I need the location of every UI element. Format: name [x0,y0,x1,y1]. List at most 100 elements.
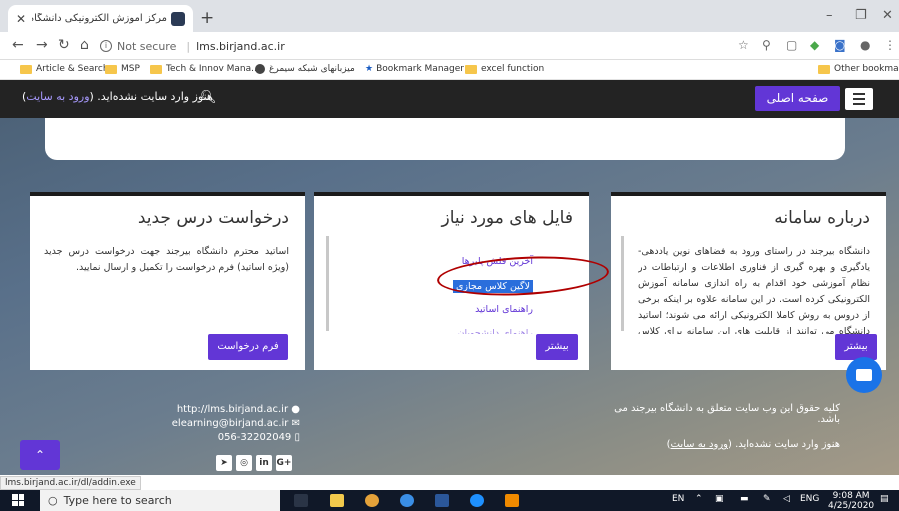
phone: 056-32202049 [217,432,292,443]
network-icon[interactable]: ▬ [740,494,749,504]
folder-icon [150,64,162,74]
bookmark-item[interactable]: میزبانهای شبکه سیمرغ [255,64,355,74]
google-plus-icon[interactable]: G+ [276,455,292,471]
address-bar[interactable]: i Not secure | lms.birjand.ac.ir [100,36,720,56]
maximize-icon[interactable]: ❐ [855,8,867,23]
phone-icon: ▯ [294,432,300,443]
copyright-text: کلیه حقوق این وب سایت متعلق به دانشگاه ب… [614,403,840,425]
instagram-icon[interactable]: ◎ [236,455,252,471]
bookmark-item[interactable]: Tech & Innov Mana... [150,64,260,74]
file-link[interactable]: راهنمای دانشجویان [453,328,534,334]
info-icon[interactable]: i [100,40,112,52]
status-bar-url: lms.birjand.ac.ir/dl/addin.exe [0,476,141,490]
bookmark-item[interactable]: excel function [465,64,544,74]
globe-icon: ● [291,404,300,415]
bookmark-item[interactable]: MSP [105,64,140,74]
profile-avatar-icon[interactable]: ● [860,38,870,52]
more-button[interactable]: بیشتر [536,334,578,360]
folder-icon [105,64,117,74]
search-icon[interactable]: 🔍︎ [200,90,217,105]
more-button[interactable]: بیشتر [835,334,877,360]
site-navbar: هنوز وارد سایت نشده‌اید. (ورود به سایت) … [0,80,899,118]
clock[interactable]: 9:08 AM 4/25/2020 [828,491,874,511]
folder-icon [818,64,830,74]
about-card: درباره سامانه دانشگاه بیرجند در راستای و… [611,192,886,370]
task-view-icon[interactable] [294,494,308,507]
app-icon[interactable] [400,494,414,507]
folder-icon [20,64,32,74]
card-title: درباره سامانه [774,208,870,228]
globe-icon [255,64,265,74]
tab-title: مرکز آموزش الکترونیکی دانشگاه بیر [32,13,167,24]
language-indicator[interactable]: EN [672,494,684,504]
close-window-icon[interactable]: ✕ [882,8,893,23]
ime-label[interactable]: ENG [800,494,819,504]
close-tab-icon[interactable]: ✕ [16,12,26,26]
footer-login-link[interactable]: ورود به سایت [671,439,728,450]
bookmark-item[interactable]: ★ Bookmark Manager [365,64,464,74]
card-body: اساتید محترم دانشگاه بیرجند جهت درخواست … [44,246,289,273]
tray-chevron-icon[interactable]: ⌃ [695,494,703,504]
scrollbar[interactable] [621,236,624,331]
browser-tab[interactable]: مرکز آموزش الکترونیکی دانشگاه بیر ✕ [8,5,193,32]
site-url[interactable]: http://lms.birjand.ac.ir [177,404,288,415]
star-icon: ★ [365,64,374,74]
telegram-icon[interactable]: ➤ [216,455,232,471]
extension-icon[interactable]: ⚲ [762,38,771,52]
url-text: lms.birjand.ac.ir [196,39,285,53]
extension-icon-2[interactable]: ▢ [786,38,797,52]
taskbar: ○ Type here to search EN ⌃ ▣ ▬ ✎ ◁ ENG 9:… [0,490,899,511]
footer-login-status: هنوز وارد سایت نشده‌اید. (ورود به سایت) [666,439,840,450]
chrome-icon[interactable] [365,494,379,507]
linkedin-icon[interactable]: in [256,455,272,471]
file-explorer-icon[interactable] [330,494,344,507]
folder-icon [465,64,477,74]
scrollbar[interactable] [326,236,329,331]
browser-tabstrip: مرکز آموزش الکترونیکی دانشگاه بیر ✕ + – … [0,0,899,32]
chat-widget-icon[interactable] [846,357,882,393]
site-favicon-icon [171,11,185,26]
request-course-card: درخواست درس جدید اساتید محترم دانشگاه بی… [30,192,305,370]
bookmarks-bar: Article & Search MSP Tech & Innov Mana..… [0,60,899,80]
forward-icon[interactable]: → [36,37,48,53]
volume-icon[interactable]: ◁ [783,494,790,504]
extension-icon-3[interactable]: ◆ [810,38,819,52]
menu-dots-icon[interactable]: ⋮ [884,38,896,52]
mail-icon: ✉ [291,418,300,429]
other-bookmarks[interactable]: Other bookmarks [818,64,899,74]
card-title: فایل های مورد نیاز [441,208,574,228]
pen-icon[interactable]: ✎ [763,494,771,504]
contact-info: ● http://lms.birjand.ac.ir ✉ elearning@b… [150,403,300,445]
bookmark-item[interactable]: Article & Search [20,64,109,74]
email[interactable]: elearning@birjand.ac.ir [172,418,289,429]
back-icon[interactable]: ← [12,37,24,53]
word-icon[interactable] [435,494,449,507]
edge-icon[interactable] [470,494,484,507]
vlc-icon[interactable] [505,494,519,507]
scroll-top-button[interactable]: ⌃ [20,440,60,470]
login-link[interactable]: ورود به سایت [26,90,89,103]
search-icon: ○ [48,494,58,507]
tray-icon[interactable]: ▣ [715,494,724,504]
social-links: ➤ ◎ in G+ [216,455,292,471]
windows-start-icon[interactable] [12,494,24,506]
hamburger-menu-icon[interactable] [845,88,873,110]
taskbar-search[interactable]: ○ Type here to search [40,490,280,511]
browser-toolbar: ← → ↻ ⌂ i Not secure | lms.birjand.ac.ir… [0,32,899,60]
banner-card [45,118,845,160]
security-label: Not secure [117,39,177,53]
login-status: هنوز وارد سایت نشده‌اید. (ورود به سایت) [22,90,213,103]
home-button[interactable]: صفحه اصلی [755,86,840,111]
extension-icon-4[interactable]: ◙ [834,38,846,52]
card-body: دانشگاه بیرجند در راستای ورود به فضاهای … [638,246,870,334]
bookmark-star-icon[interactable]: ☆ [738,38,749,52]
reload-icon[interactable]: ↻ [58,37,70,53]
card-title: درخواست درس جدید [137,208,289,228]
footer-info: کلیه حقوق این وب سایت متعلق به دانشگاه ب… [590,403,840,450]
file-link[interactable]: راهنمای اساتید [453,304,533,328]
home-icon[interactable]: ⌂ [80,37,89,53]
notification-icon[interactable]: ▤ [880,494,889,504]
minimize-icon[interactable]: – [826,8,833,23]
request-form-button[interactable]: فرم درخواست [208,334,288,360]
new-tab-button[interactable]: + [200,8,214,28]
